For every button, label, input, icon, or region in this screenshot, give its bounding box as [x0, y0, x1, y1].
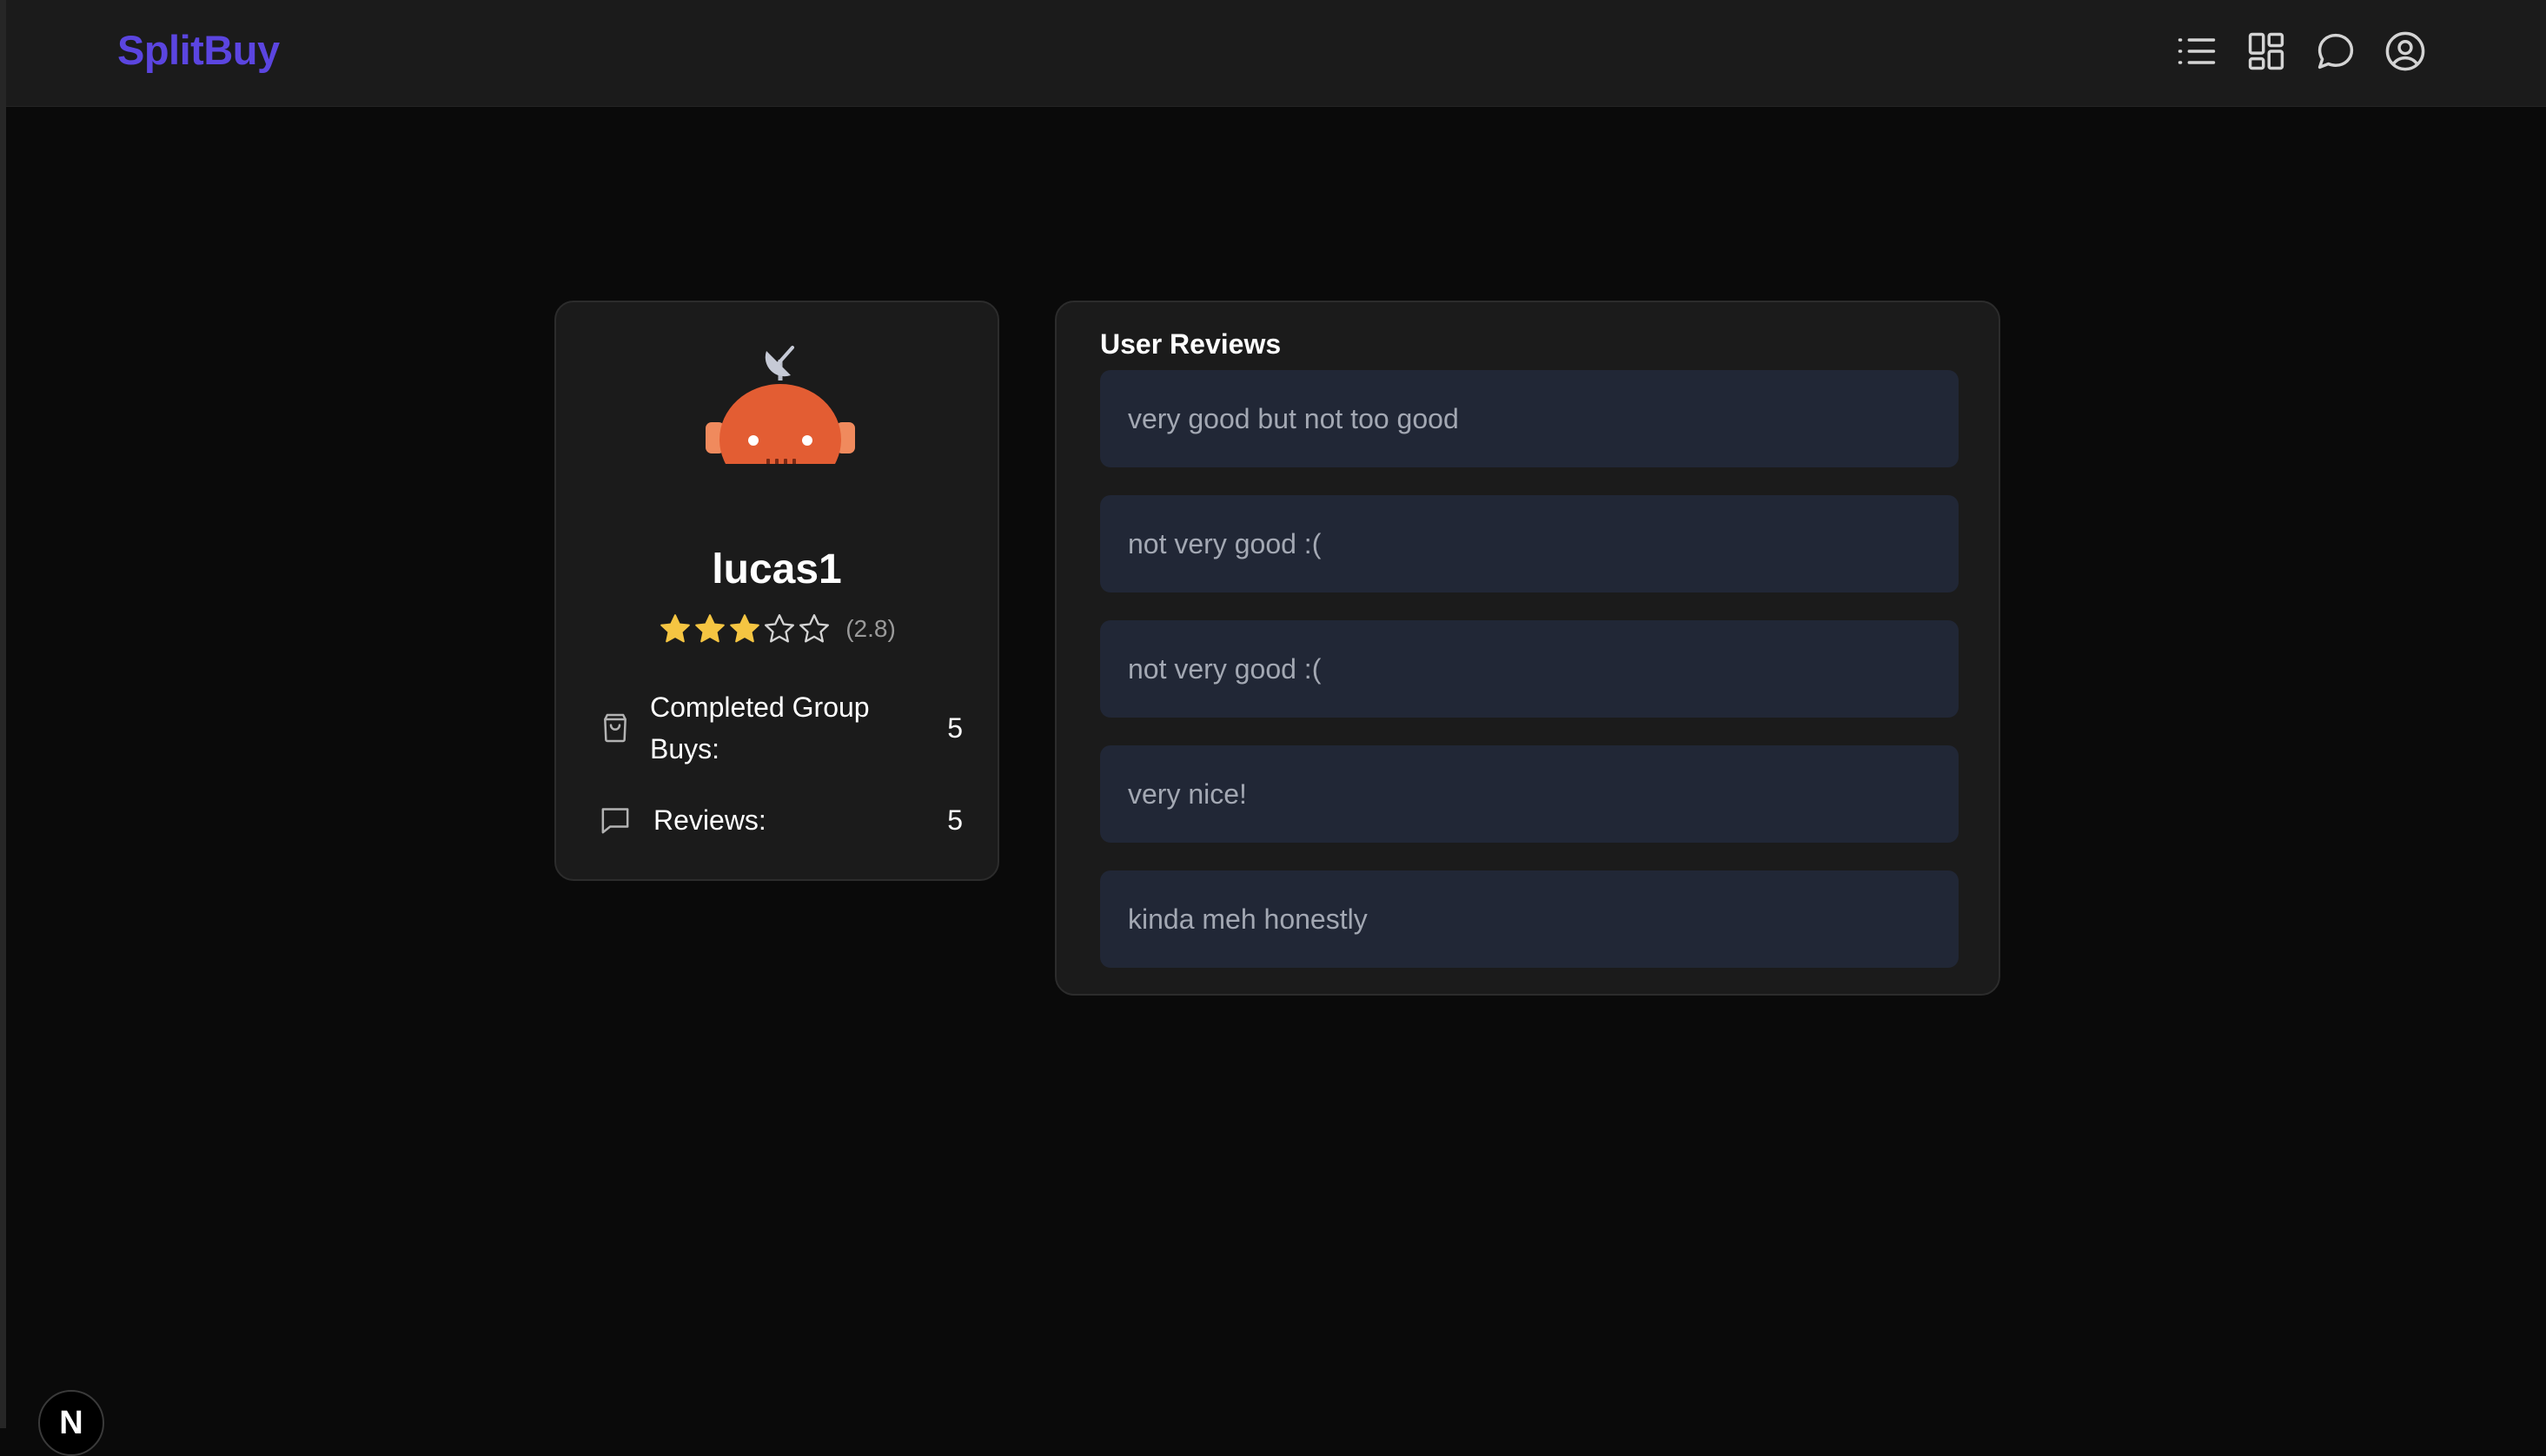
- top-navbar: SplitBuy: [6, 0, 2546, 107]
- review-list: very good but not too good not very good…: [1100, 370, 1959, 996]
- window-edge: [0, 0, 6, 1428]
- completed-group-buys-label: Completed Group Buys:: [650, 692, 870, 764]
- chat-icon[interactable]: [2313, 29, 2358, 74]
- comment-icon: [601, 808, 629, 834]
- star-filled-icon: [695, 614, 726, 643]
- reviews-title: User Reviews: [1100, 328, 1282, 360]
- star-filled-icon: [660, 614, 691, 643]
- rating-value: (2.8): [845, 615, 896, 642]
- review-item: not very good :(: [1100, 495, 1959, 592]
- user-reviews-card: User Reviews very good but not too good …: [1055, 301, 2000, 996]
- profile-card: lucas1 (2.8) Completed Group Buys: 5 Rev…: [554, 301, 999, 881]
- app-frame: SplitBuy lucas1 (2.8) Completed Group Bu…: [0, 0, 2546, 1456]
- star-empty-icon: [765, 614, 795, 643]
- robot-avatar: [706, 342, 855, 495]
- review-item: very nice!: [1100, 745, 1959, 843]
- reviews-label: Reviews:: [653, 804, 766, 836]
- grid-icon[interactable]: [2244, 29, 2289, 74]
- reviews-stat: Reviews: 5: [598, 797, 963, 843]
- profile-username: lucas1: [712, 546, 842, 592]
- completed-group-buys-value: 5: [947, 712, 963, 744]
- reviews-value: 5: [947, 804, 963, 836]
- dev-tools-badge[interactable]: N: [38, 1390, 104, 1456]
- star-filled-icon: [730, 614, 760, 643]
- rating-row: (2.8): [556, 608, 998, 650]
- list-icon[interactable]: [2174, 29, 2219, 74]
- account-icon[interactable]: [2383, 29, 2428, 74]
- brand-logo[interactable]: SplitBuy: [117, 26, 280, 74]
- review-item: kinda meh honestly: [1100, 870, 1959, 968]
- completed-group-buys-stat: Completed Group Buys: 5: [598, 686, 963, 771]
- star-empty-icon: [799, 614, 830, 643]
- review-item: very good but not too good: [1100, 370, 1959, 467]
- review-item: not very good :(: [1100, 620, 1959, 718]
- shopping-bag-icon: [604, 713, 627, 743]
